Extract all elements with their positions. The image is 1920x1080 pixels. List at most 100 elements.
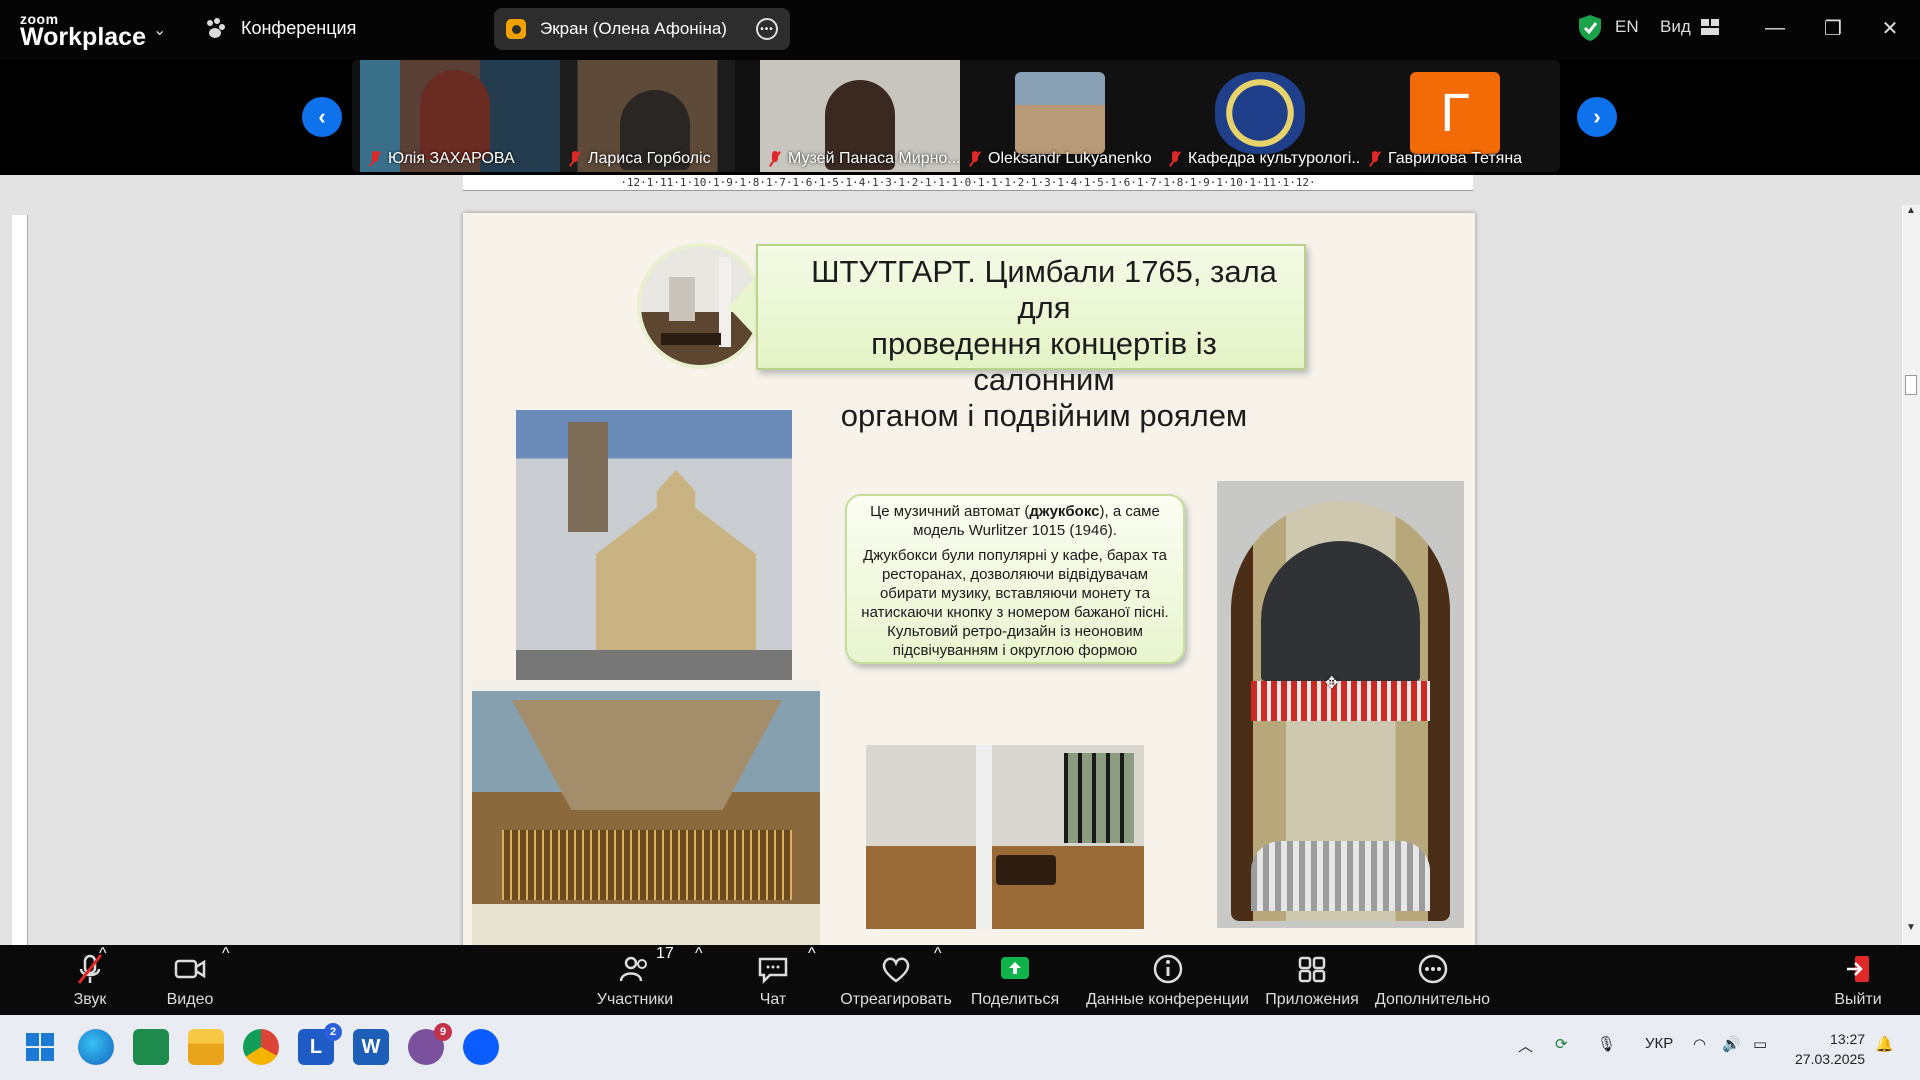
meeting-info-button[interactable]: Данные конференции (1085, 945, 1250, 1015)
react-options-caret-icon[interactable]: ^ (934, 945, 942, 963)
photo-detail (996, 855, 1056, 885)
audio-button[interactable]: Звук (45, 945, 135, 1015)
windows-start-icon[interactable] (22, 1029, 58, 1065)
participants-paw-icon (207, 18, 225, 38)
share-screen-icon (1001, 957, 1029, 979)
title-line: проведення концертів із салонним (871, 326, 1217, 397)
more-label: Дополнительно (1374, 991, 1491, 1008)
shared-screen-document: ·12·1·11·1·10·1·9·1·8·1·7·1·6·1·5·1·4·1·… (0, 175, 1920, 945)
gallery-next-button[interactable]: › (1577, 97, 1617, 137)
sync-icon[interactable]: ⟳ (1555, 1035, 1568, 1053)
audio-options-caret-icon[interactable]: ^ (99, 945, 107, 963)
participant-name: Гаврилова Тетяна (1388, 150, 1523, 167)
participant-name-tag: Кафедра культурологі... (1168, 150, 1360, 168)
wifi-icon[interactable]: ◠ (1693, 1035, 1706, 1053)
participant-name-tag: Лариса Горболіс (568, 150, 711, 168)
more-button[interactable]: Дополнительно (1375, 945, 1490, 1015)
participant-tile[interactable]: Лариса Горболіс (560, 60, 735, 172)
participant-tile[interactable]: Юлія ЗАХАРОВА (360, 60, 560, 172)
info-icon (1153, 954, 1182, 984)
jukebox-info-callout: Це музичний автомат (джукбокс), а саме м… (845, 494, 1185, 664)
l-app-icon[interactable]: L2 (298, 1023, 342, 1065)
viber-icon[interactable]: 9 (408, 1023, 452, 1065)
l-app-letter: L (309, 1035, 323, 1058)
logo-workplace-text: Workplace (20, 23, 146, 51)
scroll-up-icon[interactable]: ▲ (1906, 205, 1916, 216)
restore-icon[interactable]: ❐ (1813, 10, 1853, 46)
participant-name: Музей Панаса Мирно... (788, 150, 960, 167)
notifications-bell-icon[interactable]: 🔔 (1875, 1035, 1894, 1053)
participant-tile[interactable]: Музей Панаса Мирно... (760, 60, 960, 172)
zoom-app-icon[interactable] (463, 1029, 499, 1065)
concert-hall-photo (866, 745, 1144, 929)
participant-tile[interactable]: Кафедра культурологі... (1160, 60, 1360, 172)
participant-avatar-letter: Г (1410, 72, 1500, 154)
chrome-browser-icon[interactable] (243, 1029, 279, 1065)
photo-detail (661, 333, 721, 345)
share-screen-button[interactable]: Поделиться (965, 945, 1065, 1015)
close-icon[interactable]: ✕ (1870, 10, 1910, 46)
participant-gallery-strip: ‹ Юлія ЗАХАРОВА Лариса Горболіс Музей Па… (0, 60, 1920, 175)
leave-button[interactable]: Выйти (1818, 945, 1898, 1015)
video-options-caret-icon[interactable]: ^ (222, 945, 230, 963)
participant-tile[interactable]: Oleksandr Lukyanenko (960, 60, 1160, 172)
participant-name: Oleksandr Lukyanenko (988, 150, 1152, 167)
gallery-prev-button[interactable]: ‹ (302, 97, 342, 137)
mic-muted-icon (368, 151, 382, 167)
microphone-tray-icon[interactable]: 🎙 (1597, 1035, 1616, 1053)
cimbalom-1765-photo (472, 680, 820, 945)
screen-share-indicator[interactable]: Экран (Олена Афоніна) ••• (494, 8, 790, 50)
file-explorer-icon[interactable] (188, 1029, 224, 1065)
chat-bubble-icon (758, 957, 788, 985)
show-hidden-icons-chevron-icon[interactable]: ︿ (1518, 1035, 1533, 1056)
participant-name-tag: Oleksandr Lukyanenko (968, 150, 1152, 168)
participants-icon (619, 956, 647, 982)
screen-share-icon (506, 19, 526, 39)
info-paragraph-1: Це музичний автомат (джукбокс), а саме м… (853, 502, 1177, 540)
move-cursor-icon: ✥ (1325, 675, 1339, 692)
photo-detail (1251, 841, 1430, 911)
apps-label: Приложения (1265, 991, 1359, 1008)
view-button[interactable]: Вид (1660, 17, 1719, 37)
participant-name-tag: Юлія ЗАХАРОВА (368, 150, 515, 168)
participants-options-caret-icon[interactable]: ^ (695, 945, 703, 963)
windows-taskbar: L2 W 9 ︿ ⟳ 🎙 УКР ◠ 🔊 ▭ 13:27 27.03.2025 … (0, 1015, 1920, 1080)
word-icon[interactable]: W (353, 1029, 389, 1065)
zoom-workplace-logo: zoom Workplace (20, 12, 146, 50)
apps-button[interactable]: Приложения (1262, 945, 1362, 1015)
gallery-grid-icon (1700, 19, 1719, 35)
windows-logo-icon (26, 1033, 54, 1061)
battery-icon[interactable]: ▭ (1753, 1035, 1767, 1053)
system-clock[interactable]: 13:27 27.03.2025 (1795, 1029, 1865, 1069)
chat-button[interactable]: Чат (728, 945, 818, 1015)
audio-label: Звук (73, 991, 107, 1008)
green-app-icon[interactable] (133, 1029, 169, 1065)
title-line: органом і подвійним роялем (840, 398, 1248, 433)
scroll-down-icon[interactable]: ▼ (1906, 922, 1916, 933)
photo-detail (568, 422, 608, 532)
security-shield-icon[interactable] (1577, 14, 1603, 42)
chat-options-caret-icon[interactable]: ^ (808, 945, 816, 963)
react-heart-icon (882, 957, 910, 983)
edge-browser-icon[interactable] (78, 1029, 114, 1065)
photo-detail (516, 650, 792, 680)
volume-icon[interactable]: 🔊 (1722, 1035, 1741, 1053)
vertical-ruler (12, 215, 28, 945)
mic-muted-icon (768, 151, 782, 167)
language-indicator[interactable]: EN (1615, 17, 1639, 37)
minimize-icon[interactable]: — (1755, 10, 1795, 46)
view-label: Вид (1660, 17, 1691, 36)
participants-count: 17 (656, 945, 674, 962)
more-options-icon[interactable]: ••• (756, 18, 778, 40)
keyboard-language-indicator[interactable]: УКР (1645, 1035, 1673, 1052)
meeting-menu[interactable]: Конференция (203, 16, 356, 40)
vertical-scrollbar[interactable]: ▲ ▼ (1902, 205, 1920, 945)
scrollbar-thumb[interactable] (1905, 375, 1917, 395)
participant-tile[interactable]: Г Гаврилова Тетяна (1360, 60, 1550, 172)
app-menu-chevron-down-icon[interactable]: ⌄ (153, 20, 166, 40)
participant-avatar-photo (1015, 72, 1105, 154)
video-label: Видео (166, 991, 214, 1008)
title-line: ШТУТГАРТ. Цимбали 1765, зала для (811, 254, 1277, 325)
zoom-title-bar: zoom Workplace ⌄ Конференция Экран (Олен… (0, 0, 1920, 60)
participant-name: Лариса Горболіс (588, 150, 711, 167)
